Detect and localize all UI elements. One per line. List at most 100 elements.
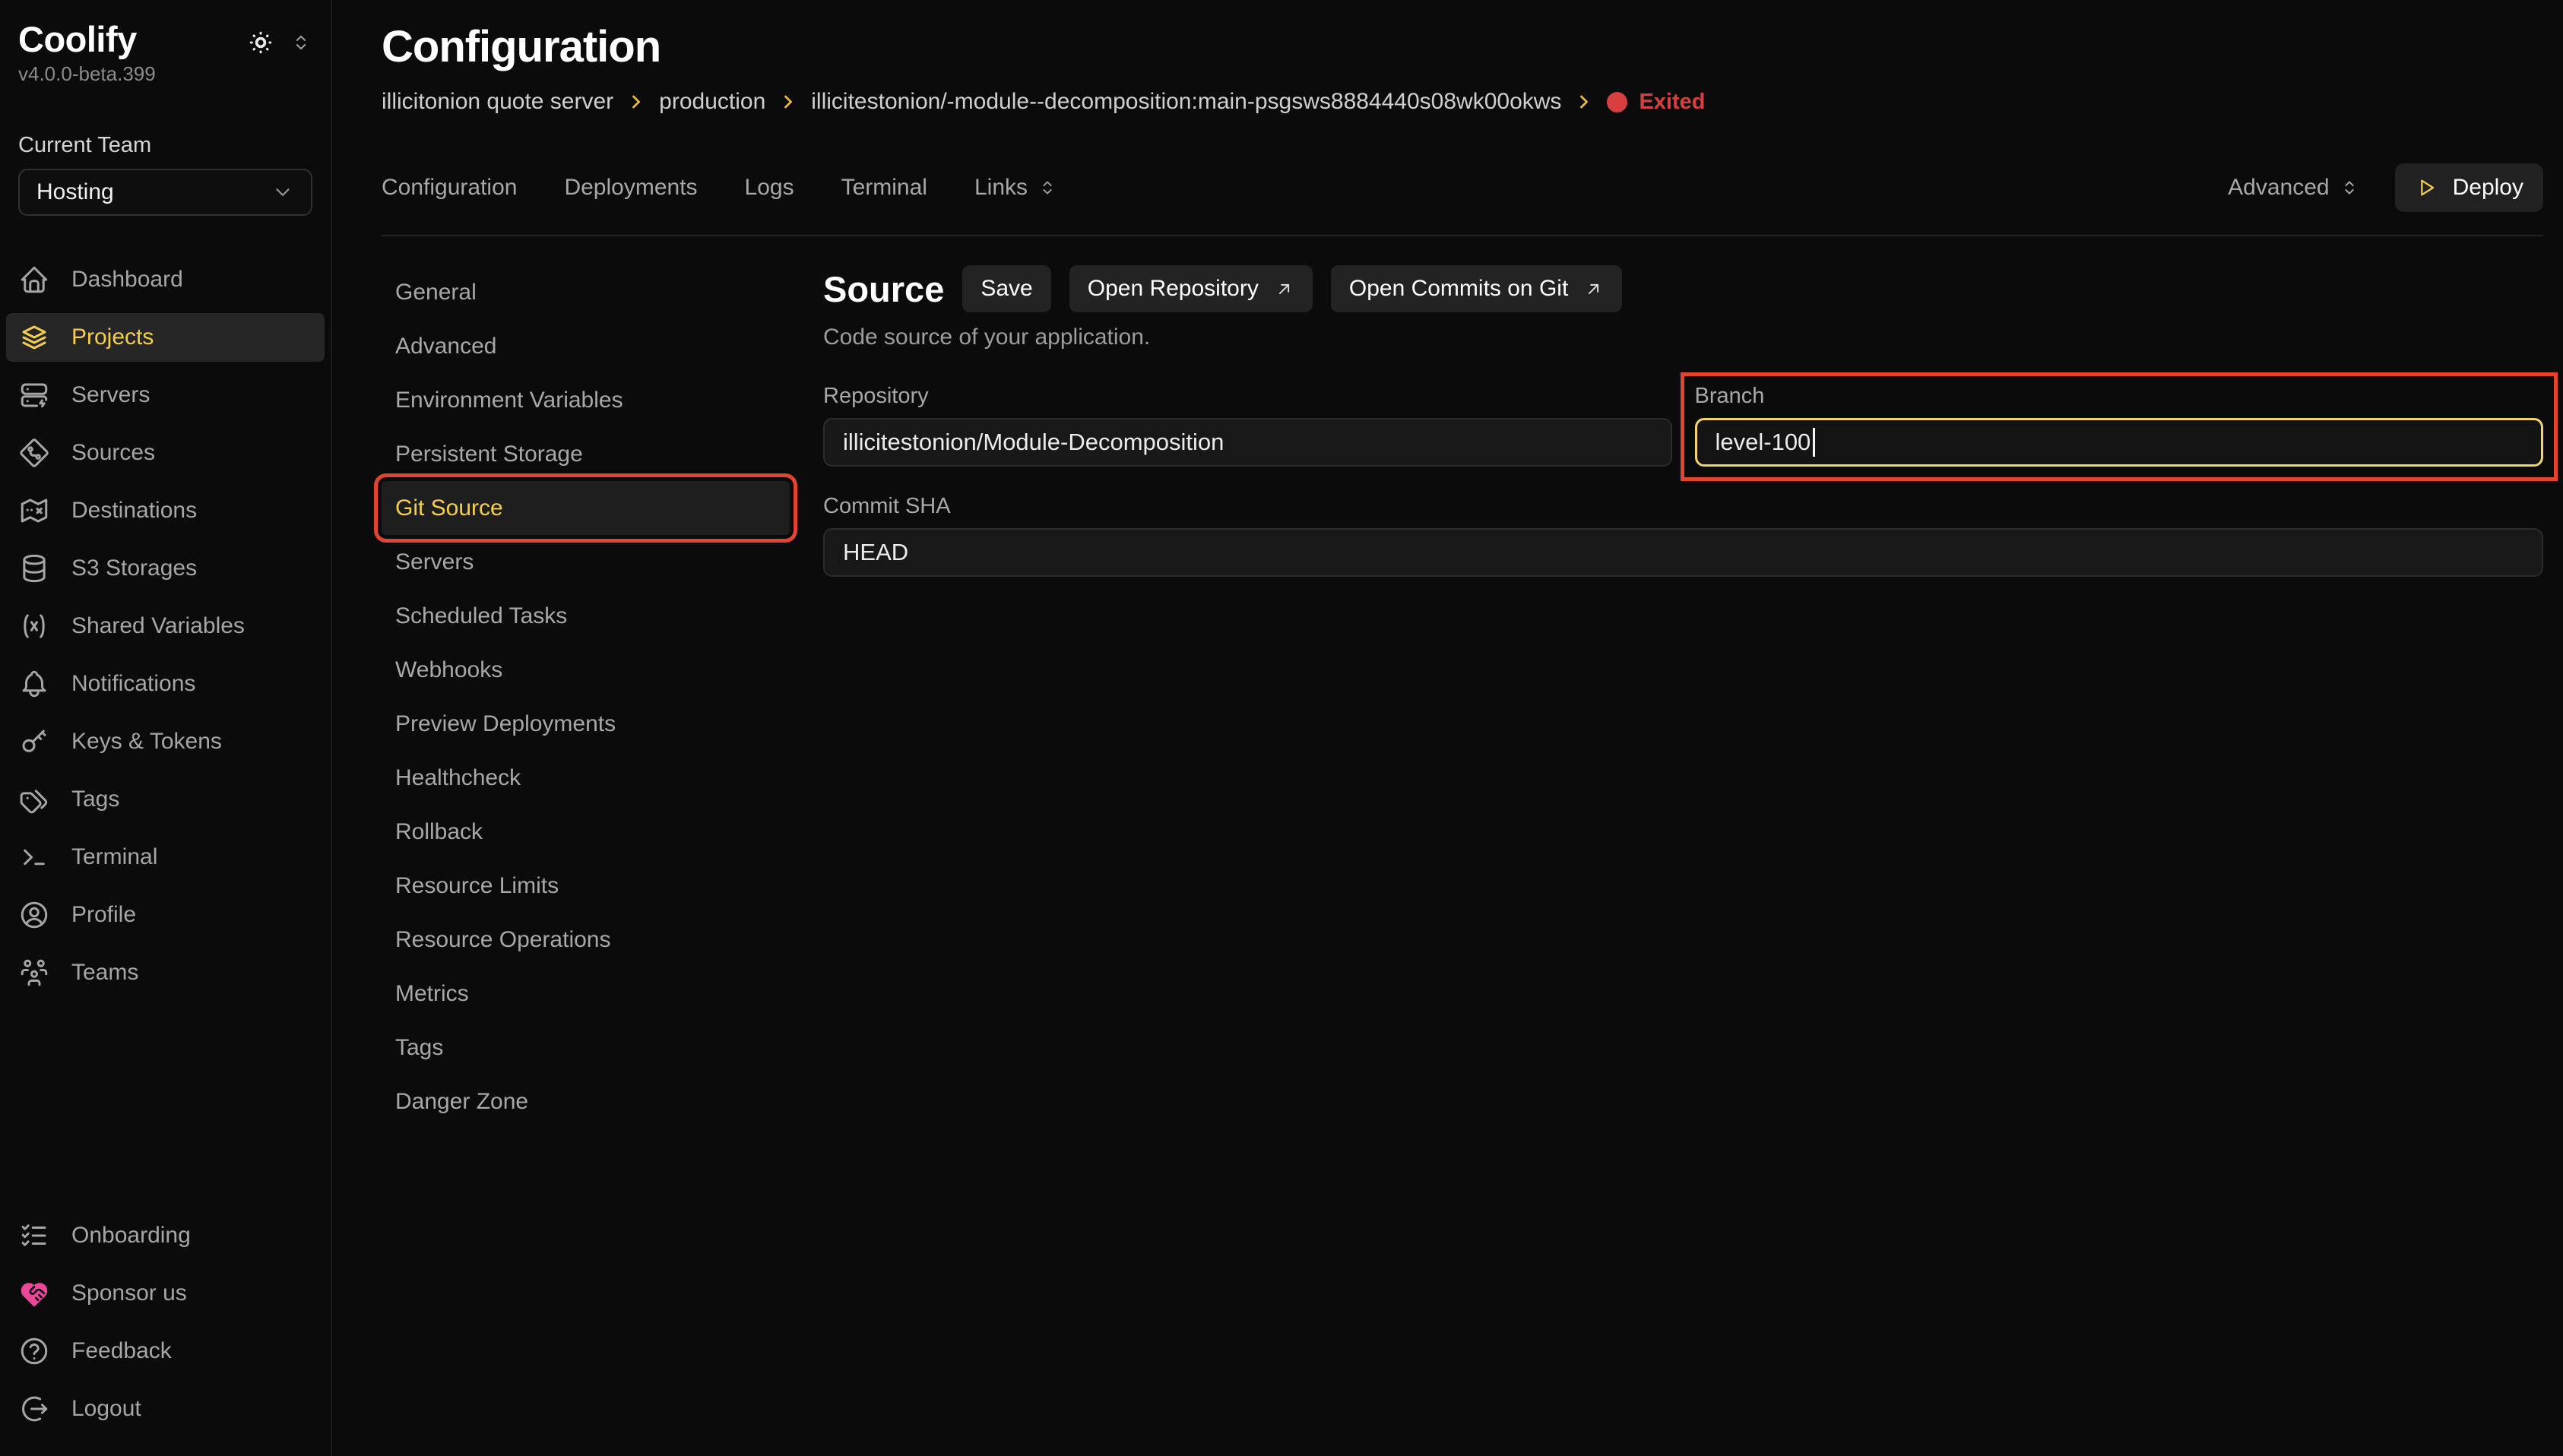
sidebar-item-shared-variables[interactable]: Shared Variables [6,602,325,650]
sidebar-item-label: Teams [71,960,138,986]
subnav-item-tags[interactable]: Tags [382,1021,790,1075]
coolify-logo[interactable]: Coolify [18,19,137,59]
open-repository-button[interactable]: Open Repository [1069,265,1313,312]
subnav-item-environment-variables[interactable]: Environment Variables [382,373,790,427]
deploy-button[interactable]: Deploy [2395,163,2543,212]
subnav-item-label: Healthcheck [395,765,521,791]
subnav-item-label: Environment Variables [395,388,623,413]
subnav-item-label: Rollback [395,819,483,845]
tabs-divider [382,235,2543,236]
sidebar-item-terminal[interactable]: Terminal [6,833,325,882]
tab-logs[interactable]: Logs [745,175,794,201]
commit-sha-field-group: Commit SHA [823,494,2543,577]
deploy-label: Deploy [2453,175,2523,201]
sidebar-item-s3-storages[interactable]: S3 Storages [6,544,325,593]
subnav-item-preview-deployments[interactable]: Preview Deployments [382,697,790,751]
subnav-item-label: Advanced [395,334,496,359]
breadcrumb-link[interactable]: illicitestonion/-module--decomposition:m… [811,89,1561,115]
sidebar-item-projects[interactable]: Projects [6,313,325,362]
sidebar-item-sources[interactable]: Sources [6,429,325,477]
subnav-item-label: General [395,280,477,305]
sidebar: Coolify v4.0.0-beta.399 Current Team Hos… [0,0,332,1456]
variables-icon [18,610,50,642]
breadcrumb-link[interactable]: production [659,89,765,115]
database-icon [18,552,50,584]
advanced-label: Advanced [2228,175,2329,201]
tab-label: Deployments [564,175,697,201]
subnav-item-label: Resource Limits [395,873,559,899]
sidebar-item-label: Onboarding [71,1223,191,1249]
sidebar-item-keys-tokens[interactable]: Keys & Tokens [6,717,325,766]
repository-input[interactable] [823,418,1672,467]
sidebar-item-servers[interactable]: Servers [6,371,325,419]
external-link-icon [1583,279,1604,299]
sidebar-item-sponsor-us[interactable]: Sponsor us [6,1269,325,1318]
sidebar-footer-nav: Onboarding Sponsor us Feedback Logout [6,1211,325,1442]
sidebar-item-logout[interactable]: Logout [6,1385,325,1433]
key-icon [18,726,50,758]
subnav-item-label: Git Source [395,495,503,521]
terminal-icon [18,841,50,873]
sidebar-item-label: Logout [71,1396,141,1422]
subnav-item-servers[interactable]: Servers [382,535,790,589]
commit-sha-input[interactable] [823,528,2543,577]
sidebar-item-feedback[interactable]: Feedback [6,1327,325,1375]
sidebar-item-label: Dashboard [71,267,183,293]
subnav-item-label: Servers [395,549,474,575]
subnav-item-danger-zone[interactable]: Danger Zone [382,1075,790,1128]
tab-label: Links [974,175,1028,201]
subnav-item-advanced[interactable]: Advanced [382,319,790,373]
tab-deployments[interactable]: Deployments [564,175,697,201]
text-caret [1813,428,1815,457]
layers-icon [18,321,50,353]
subnav-item-resource-operations[interactable]: Resource Operations [382,913,790,967]
source-description: Code source of your application. [823,324,2543,350]
subnav-item-rollback[interactable]: Rollback [382,805,790,859]
sidebar-item-label: Projects [71,324,154,350]
map-icon [18,495,50,527]
open-commits-button[interactable]: Open Commits on Git [1331,265,1622,312]
tab-label: Logs [745,175,794,201]
sidebar-item-teams[interactable]: Teams [6,948,325,997]
tab-configuration[interactable]: Configuration [382,175,517,201]
sidebar-item-tags[interactable]: Tags [6,775,325,824]
tab-terminal[interactable]: Terminal [841,175,927,201]
sidebar-item-notifications[interactable]: Notifications [6,660,325,708]
bell-icon [18,668,50,700]
sidebar-item-profile[interactable]: Profile [6,891,325,939]
tab-links[interactable]: Links [974,175,1058,201]
home-icon [18,264,50,296]
branch-input[interactable]: level-100 [1695,418,2544,467]
breadcrumb-link[interactable]: illicitonion quote server [382,89,613,115]
sidebar-item-destinations[interactable]: Destinations [6,486,325,535]
subnav-item-git-source[interactable]: Git Source [382,481,790,535]
status-label: Exited [1639,90,1705,115]
subnav-item-persistent-storage[interactable]: Persistent Storage [382,427,790,481]
subnav-item-healthcheck[interactable]: Healthcheck [382,751,790,805]
users-group-icon [18,957,50,989]
config-subnav: General Advanced Environment Variables P… [382,265,790,1128]
server-icon [18,379,50,411]
subnav-item-general[interactable]: General [382,265,790,319]
theme-sun-icon[interactable] [247,29,274,56]
open-repository-label: Open Repository [1088,276,1259,302]
save-button[interactable]: Save [962,265,1050,312]
subnav-item-label: Danger Zone [395,1089,528,1115]
chevrons-up-down-icon [2339,177,2360,198]
repository-label: Repository [823,384,1672,409]
team-select[interactable]: Hosting [18,169,312,216]
chevrons-up-down-icon[interactable] [290,31,312,54]
advanced-selector[interactable]: Advanced [2228,175,2359,201]
sidebar-item-onboarding[interactable]: Onboarding [6,1211,325,1260]
subnav-item-scheduled-tasks[interactable]: Scheduled Tasks [382,589,790,643]
play-icon [2415,176,2439,200]
help-circle-icon [18,1335,50,1367]
subnav-item-metrics[interactable]: Metrics [382,967,790,1021]
subnav-item-webhooks[interactable]: Webhooks [382,643,790,697]
sidebar-nav: Dashboard Projects Servers Sources Desti… [6,255,325,1006]
sidebar-item-dashboard[interactable]: Dashboard [6,255,325,304]
sidebar-item-label: Shared Variables [71,613,245,639]
chevrons-up-down-icon [1037,177,1058,198]
subnav-item-resource-limits[interactable]: Resource Limits [382,859,790,913]
repository-field-group: Repository [823,384,1672,467]
